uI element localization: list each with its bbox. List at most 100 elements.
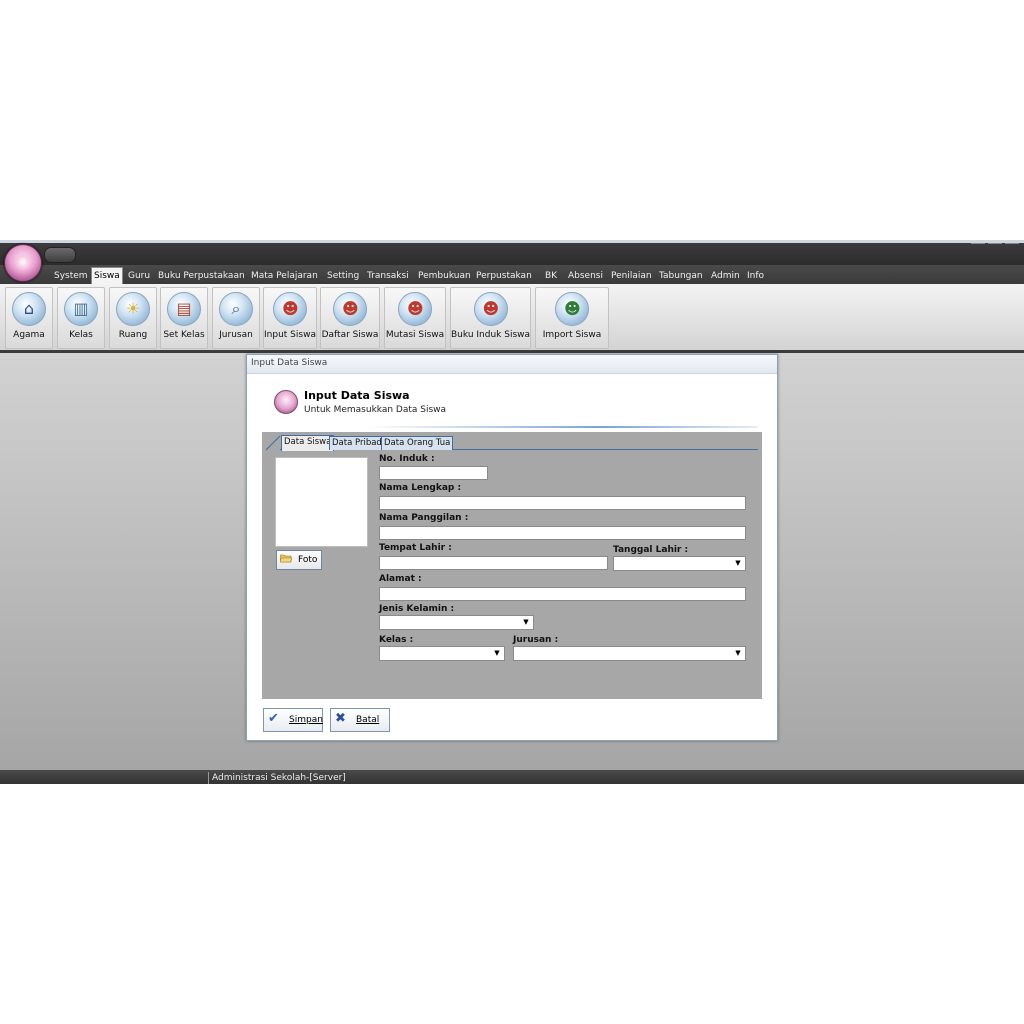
nama-panggilan-input[interactable] bbox=[379, 526, 746, 540]
agama-button[interactable]: ⌂ Agama bbox=[5, 287, 53, 349]
form-tabs: Data Siswa Data Pribadi Data Orang Tua bbox=[262, 432, 762, 451]
menu-pembukuan[interactable]: Pembukuan bbox=[418, 268, 471, 284]
tempat-lahir-input[interactable] bbox=[379, 556, 608, 570]
import-siswa-button[interactable]: ☻ Import Siswa bbox=[535, 287, 609, 349]
header-divider bbox=[367, 426, 757, 428]
batal-label: Batal bbox=[356, 715, 380, 725]
set-kelas-label: Set Kelas bbox=[163, 330, 205, 340]
monitor-search-icon: ⌕ bbox=[219, 292, 253, 326]
import-siswa-label: Import Siswa bbox=[542, 330, 602, 340]
status-text: Administrasi Sekolah-[Server] bbox=[208, 772, 346, 784]
simpan-label: Simpan bbox=[289, 715, 323, 725]
menu-tabungan[interactable]: Tabungan bbox=[659, 268, 703, 284]
kelas-button[interactable]: ▥ Kelas bbox=[57, 287, 105, 349]
tab-data-orang-tua[interactable]: Data Orang Tua bbox=[381, 436, 454, 450]
ribbon-toolbar: ⌂ Agama ▥ Kelas ☀ Ruang ▤ Set Kelas ⌕ Ju… bbox=[0, 284, 1024, 353]
students-list-icon: ☻ bbox=[333, 292, 367, 326]
close-icon[interactable] bbox=[1005, 243, 1019, 244]
dialog-header-subtitle: Untuk Memasukkan Data Siswa bbox=[304, 405, 447, 415]
jurusan-button[interactable]: ⌕ Jurusan bbox=[212, 287, 260, 349]
chevron-down-icon[interactable]: ▼ bbox=[492, 649, 502, 658]
menu-penilaian[interactable]: Penilaian bbox=[611, 268, 652, 284]
kelas-label: Kelas : bbox=[379, 635, 414, 645]
buku-induk-siswa-button[interactable]: ☻ Buku Induk Siswa bbox=[450, 287, 531, 349]
daftar-siswa-label: Daftar Siswa bbox=[321, 330, 379, 340]
dialog-window-title: Input Data Siswa bbox=[251, 358, 328, 368]
tab-data-pribadi[interactable]: Data Pribadi bbox=[329, 436, 388, 450]
students-book-icon: ☻ bbox=[473, 292, 508, 326]
alamat-input[interactable] bbox=[379, 587, 746, 601]
menu-transaksi[interactable]: Transaksi bbox=[367, 268, 409, 284]
menu-admin[interactable]: Admin bbox=[711, 268, 740, 284]
student-move-icon: ☻ bbox=[398, 292, 432, 326]
flower-icon bbox=[14, 253, 32, 271]
books-icon: ▤ bbox=[167, 292, 201, 326]
agama-label: Agama bbox=[13, 330, 45, 340]
dialog-header-title: Input Data Siswa bbox=[304, 389, 410, 402]
maximize-icon[interactable] bbox=[988, 243, 1002, 244]
title-bar bbox=[0, 243, 1024, 265]
quick-access-toolbar[interactable] bbox=[44, 247, 76, 263]
nama-lengkap-input[interactable] bbox=[379, 496, 746, 510]
form-panel: Data Siswa Data Pribadi Data Orang Tua F… bbox=[262, 432, 762, 699]
house-icon: ⌂ bbox=[12, 292, 46, 326]
close-icon: ✖ bbox=[335, 711, 346, 726]
building-icon: ▥ bbox=[64, 292, 98, 326]
menu-buku-perpustakaan[interactable]: Buku Perpustakaan bbox=[158, 268, 245, 284]
nama-lengkap-label: Nama Lengkap : bbox=[379, 483, 462, 493]
menu-info[interactable]: Info bbox=[747, 268, 764, 284]
mutasi-siswa-label: Mutasi Siswa bbox=[385, 330, 445, 340]
checkmark-icon: ✔ bbox=[268, 711, 279, 726]
menu-system[interactable]: System bbox=[54, 268, 88, 284]
jurusan-label: Jurusan : bbox=[513, 635, 559, 645]
menu-mata-pelajaran[interactable]: Mata Pelajaran bbox=[251, 268, 318, 284]
buku-induk-siswa-label: Buku Induk Siswa bbox=[451, 330, 531, 340]
chevron-down-icon[interactable]: ▼ bbox=[733, 649, 743, 658]
menu-absensi[interactable]: Absensi bbox=[568, 268, 603, 284]
foto-label: Foto bbox=[298, 555, 318, 565]
menu-bar: System Siswa Guru Buku Perpustakaan Mata… bbox=[0, 265, 1024, 285]
tab-data-siswa[interactable]: Data Siswa bbox=[281, 435, 335, 451]
input-siswa-label: Input Siswa bbox=[264, 330, 316, 340]
flower-icon bbox=[274, 390, 298, 414]
foto-button[interactable]: Foto bbox=[276, 550, 322, 570]
kelas-select[interactable]: ▼ bbox=[379, 646, 505, 661]
kelas-label: Kelas bbox=[69, 330, 93, 340]
jurusan-label: Jurusan bbox=[219, 330, 253, 340]
menu-bk[interactable]: BK bbox=[545, 268, 557, 284]
ruang-label: Ruang bbox=[118, 330, 148, 340]
folder-open-icon bbox=[280, 554, 292, 563]
tanggal-lahir-picker[interactable]: ▼ bbox=[613, 556, 746, 571]
ruang-button[interactable]: ☀ Ruang bbox=[109, 287, 157, 349]
chevron-down-icon[interactable]: ▼ bbox=[521, 618, 531, 627]
jenis-kelamin-select[interactable]: ▼ bbox=[379, 615, 534, 630]
menu-guru[interactable]: Guru bbox=[128, 268, 150, 284]
simpan-button[interactable]: ✔ Simpan bbox=[263, 708, 323, 732]
chevron-down-icon[interactable]: ▼ bbox=[733, 559, 743, 568]
daftar-siswa-button[interactable]: ☻ Daftar Siswa bbox=[320, 287, 380, 349]
tempat-lahir-label: Tempat Lahir : bbox=[379, 543, 452, 553]
jenis-kelamin-label: Jenis Kelamin : bbox=[379, 604, 455, 614]
menu-setting[interactable]: Setting bbox=[327, 268, 359, 284]
mutasi-siswa-button[interactable]: ☻ Mutasi Siswa bbox=[384, 287, 446, 349]
dialog-title-bar: Input Data Siswa bbox=[247, 355, 777, 374]
nama-panggilan-label: Nama Panggilan : bbox=[379, 513, 469, 523]
window-controls bbox=[968, 243, 1020, 246]
input-siswa-button[interactable]: ☻ Input Siswa bbox=[263, 287, 317, 349]
jurusan-select[interactable]: ▼ bbox=[513, 646, 746, 661]
tanggal-lahir-label: Tanggal Lahir : bbox=[613, 545, 689, 555]
batal-button[interactable]: ✖ Batal bbox=[330, 708, 390, 732]
photo-preview bbox=[275, 457, 368, 547]
menu-perpustakan[interactable]: Perpustakan bbox=[476, 268, 532, 284]
room-icon: ☀ bbox=[116, 292, 150, 326]
no-induk-input[interactable] bbox=[379, 466, 488, 480]
students-icon: ☻ bbox=[273, 292, 307, 326]
set-kelas-button[interactable]: ▤ Set Kelas bbox=[160, 287, 208, 349]
application-orb-button[interactable] bbox=[4, 244, 42, 282]
students-import-icon: ☻ bbox=[555, 292, 589, 326]
input-data-siswa-dialog: Input Data Siswa Input Data Siswa Untuk … bbox=[246, 354, 778, 741]
no-induk-label: No. Induk : bbox=[379, 454, 435, 464]
status-bar: Administrasi Sekolah-[Server] bbox=[0, 770, 1024, 784]
menu-siswa[interactable]: Siswa bbox=[91, 267, 123, 285]
minimize-icon[interactable] bbox=[971, 243, 985, 244]
